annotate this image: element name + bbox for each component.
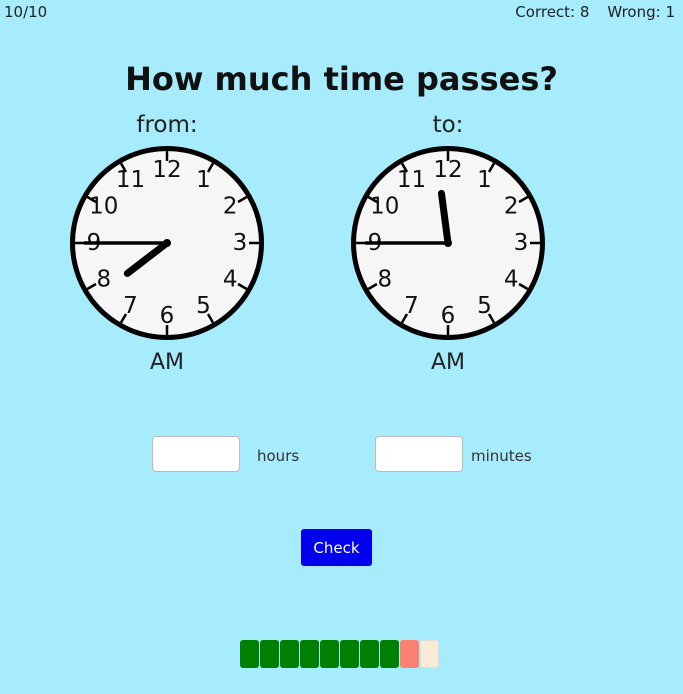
progress-bar xyxy=(240,640,439,668)
check-button[interactable]: Check xyxy=(301,529,372,566)
minutes-label: minutes xyxy=(471,447,532,465)
clock-number: 6 xyxy=(441,303,456,329)
clock-number: 8 xyxy=(377,267,392,293)
clock-number: 3 xyxy=(514,230,529,256)
progress-cell-correct xyxy=(340,640,359,668)
clock-number: 7 xyxy=(123,293,138,319)
hours-input[interactable] xyxy=(152,436,240,472)
progress-cell-correct xyxy=(380,640,399,668)
to-label: to: xyxy=(432,112,464,138)
clock-number: 4 xyxy=(504,267,519,293)
question-counter: 10/10 xyxy=(4,3,48,21)
wrong-count: Wrong: 1 xyxy=(607,3,675,21)
progress-cell-correct xyxy=(260,640,279,668)
clock-number: 6 xyxy=(160,303,175,329)
clock-number: 2 xyxy=(504,194,519,220)
progress-cell-correct xyxy=(300,640,319,668)
progress-cell-current xyxy=(420,640,439,668)
clock-number: 3 xyxy=(233,230,248,256)
clock-number: 5 xyxy=(196,293,211,319)
clock-center xyxy=(163,239,171,247)
from-clock: 12 1234567891011 xyxy=(70,146,264,340)
clock-number: 4 xyxy=(223,267,238,293)
clock-number: 7 xyxy=(404,293,419,319)
to-clock: 12 1234567891011 xyxy=(351,146,545,340)
clock-number: 11 xyxy=(397,167,426,193)
progress-cell-correct xyxy=(240,640,259,668)
progress-cell-correct xyxy=(320,640,339,668)
from-period: AM xyxy=(149,350,185,375)
clock-number: 12 xyxy=(152,157,181,183)
clock-number: 11 xyxy=(116,167,145,193)
from-label: from: xyxy=(136,112,198,138)
clock-number: 2 xyxy=(223,194,238,220)
progress-cell-wrong xyxy=(400,640,419,668)
hours-label: hours xyxy=(257,447,300,465)
clock-number: 12 xyxy=(433,157,462,183)
clock-number: 1 xyxy=(196,167,211,193)
to-period: AM xyxy=(430,350,466,375)
clock-center xyxy=(444,239,452,247)
score-display: Correct: 8 Wrong: 1 xyxy=(515,3,675,21)
progress-cell-correct xyxy=(280,640,299,668)
clock-number: 5 xyxy=(477,293,492,319)
clock-number: 1 xyxy=(477,167,492,193)
question-title: How much time passes? xyxy=(125,60,558,98)
clock-number: 10 xyxy=(89,194,118,220)
clock-number: 10 xyxy=(370,194,399,220)
progress-cell-correct xyxy=(360,640,379,668)
correct-count: Correct: 8 xyxy=(515,3,590,21)
minutes-input[interactable] xyxy=(375,436,463,472)
clock-number: 8 xyxy=(96,267,111,293)
